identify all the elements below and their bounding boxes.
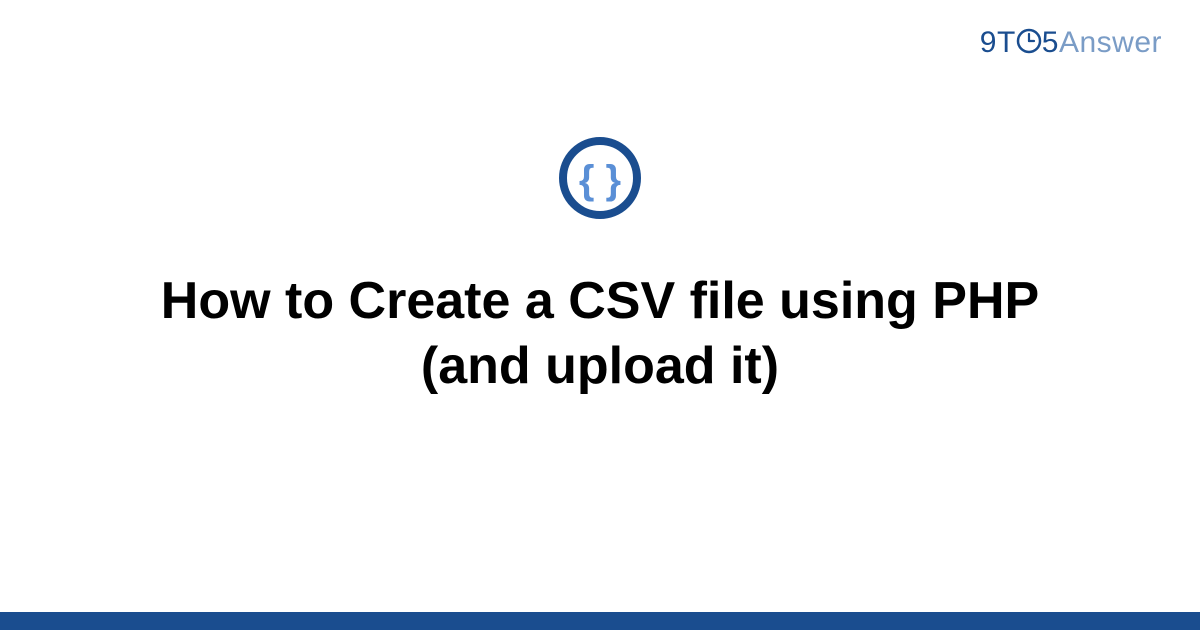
- brand-five: 5: [1042, 26, 1059, 59]
- footer-bar: [0, 612, 1200, 630]
- main-content: { } How to Create a CSV file using PHP (…: [0, 135, 1200, 399]
- page-title: How to Create a CSV file using PHP (and …: [100, 269, 1100, 399]
- clock-icon: [1016, 28, 1042, 54]
- svg-text:{ }: { }: [579, 158, 621, 202]
- curly-braces-icon: { }: [557, 135, 643, 221]
- brand-nine: 9: [980, 26, 997, 59]
- brand-t: T: [997, 26, 1016, 59]
- brand-answer: Answer: [1059, 26, 1162, 59]
- brand-logo: 9T 5Answer: [980, 26, 1162, 60]
